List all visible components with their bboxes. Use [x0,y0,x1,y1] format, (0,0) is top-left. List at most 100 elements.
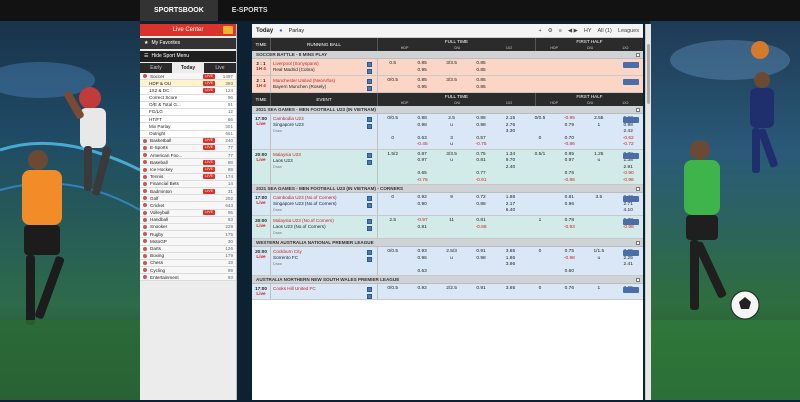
settings-icon[interactable]: ⚙ [548,28,553,34]
odds-cell[interactable]: -0.72 [614,142,643,149]
odds-cell[interactable]: -0.45 [407,142,436,149]
tab-esports[interactable]: E-SPORTS [218,0,282,21]
odds-column: 2.55 1 [584,116,613,149]
odds-type-select[interactable]: HY [584,28,592,34]
more-bets-button[interactable] [623,62,639,68]
collapse-icon[interactable] [636,241,640,245]
odds-cell [525,85,554,92]
sidebar-item-count: 66 [227,116,233,122]
sidebar-item-label: Rugby [150,231,164,237]
toggle-icon[interactable]: ● [279,28,282,34]
tab-live[interactable]: Live [204,63,236,73]
odds-cell[interactable]: 0.76 [555,286,584,293]
hide-sport-menu-button[interactable]: ☰ Hide Sport Menu [140,51,236,62]
stats-icon[interactable] [366,226,372,231]
live-center-button[interactable]: Live Center [140,24,236,36]
league-header[interactable]: SOCCER BATTLE - 8 MINS PLAY [252,51,643,59]
league-header[interactable]: WESTERN AUSTRALIA NATIONAL PREMIER LEAGU… [252,239,643,247]
odds-cell[interactable]: -0.98 [466,225,495,232]
live-badge: LIVE [203,138,215,144]
tab-sportsbook[interactable]: SPORTSBOOK [140,0,218,21]
live-center-label: Live Center [172,27,204,33]
tv-icon[interactable] [366,287,372,292]
odds-grid: 0/0.5 0.93 0.96 0.63 2.5/3 u 0.91 0.98 3.65 1… [378,247,643,275]
count-select[interactable]: All (1) [598,28,612,34]
stats-icon[interactable] [366,203,372,208]
tv-icon[interactable] [366,62,372,67]
collapse-icon[interactable] [636,108,640,112]
league-header[interactable]: 2021 SEA GAMES - MEN FOOTBALL U23 (IN VI… [252,106,643,114]
tv-icon[interactable] [366,79,372,84]
sidebar-item[interactable]: Entertainment 93 [140,274,236,282]
tv-icon[interactable] [366,117,372,122]
odds-cell[interactable]: 0.85 [466,68,495,75]
tv-icon[interactable] [366,250,372,255]
sidebar-item-count: 77 [227,145,233,151]
odds-cell[interactable]: 0.85 [466,85,495,92]
stats-icon[interactable] [366,124,372,129]
odds-cell[interactable]: -0.98 [614,225,643,232]
more-bets-button[interactable] [623,152,639,159]
odds-column: 3/3.5 [437,78,466,92]
odds-cell[interactable]: 3.65 [496,286,525,293]
tab-early[interactable]: Early [140,63,172,73]
toolbar-control[interactable]: + [539,28,542,34]
scrollbar[interactable] [645,24,651,400]
more-bets-button[interactable] [623,117,639,123]
odds-cell[interactable]: -0.91 [466,178,495,185]
odds-column [584,218,613,238]
nav-arrows[interactable]: ◀ ▶ [568,28,578,34]
stats-icon[interactable] [366,294,372,299]
stats-icon[interactable] [366,69,372,74]
odds-cell[interactable]: -0.75 [466,142,495,149]
odds-cell[interactable]: -0.86 [555,178,584,185]
tv-icon[interactable] [366,219,372,224]
odds-cell[interactable]: 0.91 [466,286,495,293]
odds-cell[interactable]: 0.81 [407,225,436,232]
odds-cell[interactable]: 0.92 [407,286,436,293]
match-status: 1H 4 [256,83,266,88]
odds-cell[interactable]: 2/2.5 [437,286,466,293]
tv-icon[interactable] [366,196,372,201]
odds-cell[interactable]: 4.10 [614,208,643,215]
stats-icon[interactable] [366,159,372,165]
odds-cell[interactable]: -0.98 [614,178,643,185]
odds-cell[interactable]: u [437,142,466,149]
stats-icon[interactable] [366,257,372,262]
odds-column: 0/0.5 0 [525,116,554,149]
tv-icon[interactable] [366,152,372,158]
more-bets-button[interactable] [623,250,639,256]
view-icon[interactable]: ≡ [559,28,562,34]
odds-cell[interactable]: 0 [525,286,554,293]
sport-icon [143,160,147,165]
menu-icon: ☰ [144,53,149,59]
odds-cell[interactable]: 0.95 [407,85,436,92]
sidebar-item-count: 96 [227,95,233,101]
odds-cell[interactable]: 0/0.5 [378,286,407,293]
collapse-icon[interactable] [636,187,640,191]
odds-column: 0.5 [378,61,407,75]
league-header[interactable]: AUSTRALIA NORTHERN NEW SOUTH WALES PREMI… [252,276,643,284]
league-header[interactable]: 2021 SEA GAMES - MEN FOOTBALL U23 (IN VI… [252,185,643,193]
scrollbar-thumb[interactable] [647,44,650,104]
odds-cell[interactable]: 6.40 [496,208,525,215]
tab-today[interactable]: Today [172,63,204,73]
leagues-button[interactable]: Leagues [618,28,639,34]
my-favorites-button[interactable]: ★ My Favorites [140,38,236,49]
more-bets-button[interactable] [623,219,639,225]
odds-cell[interactable]: 1 [584,286,613,293]
odds-cell[interactable]: 0.63 [407,269,436,276]
parlay-link[interactable]: Parlay [289,28,305,34]
stats-icon[interactable] [366,86,372,91]
odds-cell[interactable]: 0.60 [555,269,584,276]
more-bets-button[interactable] [623,79,639,85]
odds-cell[interactable]: -0.86 [555,142,584,149]
odds-cell[interactable]: -0.76 [407,178,436,185]
match-teams: Malaysia U23 Laos U23 Draw [271,150,361,185]
collapse-icon[interactable] [636,53,640,57]
collapse-icon[interactable] [636,278,640,282]
more-bets-button[interactable] [623,287,639,293]
more-bets-button[interactable] [623,196,639,202]
odds-cell[interactable]: 0.95 [407,68,436,75]
odds-cell[interactable]: -0.93 [555,225,584,232]
